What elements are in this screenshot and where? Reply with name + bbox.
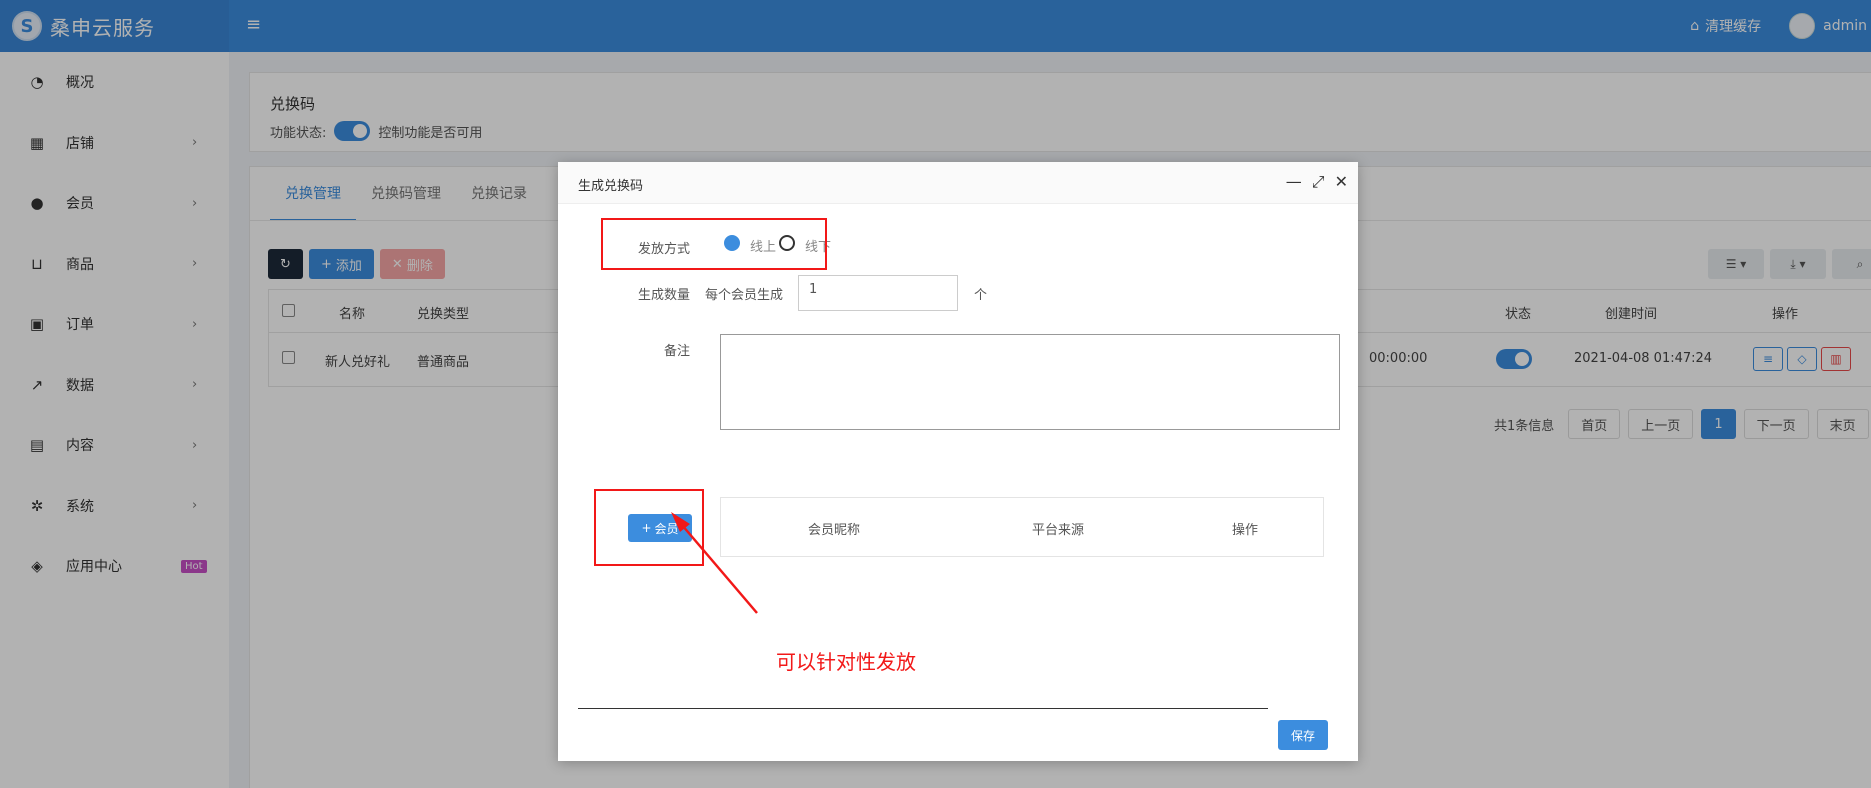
annotation-note: 可以针对性发放 <box>776 650 916 674</box>
maximize-icon[interactable]: ⤢ <box>1312 172 1325 192</box>
dialog-title: 生成兑换码 <box>578 179 644 194</box>
dialog-header: 生成兑换码 — ⤢ ✕ <box>558 162 1358 204</box>
annotation-arrow <box>671 512 758 614</box>
save-button[interactable]: 保存 <box>1278 720 1328 750</box>
minimize-icon[interactable]: — <box>1286 172 1302 192</box>
close-icon[interactable]: ✕ <box>1335 172 1348 192</box>
footer-divider <box>578 708 1268 709</box>
generate-code-dialog: 生成兑换码 — ⤢ ✕ 发放方式 线上 线下 生成数量 每个会员生成 1 个 备… <box>558 162 1358 761</box>
dialog-body: 发放方式 线上 线下 生成数量 每个会员生成 1 个 备注 + 会员 会员昵称 … <box>558 204 1358 704</box>
